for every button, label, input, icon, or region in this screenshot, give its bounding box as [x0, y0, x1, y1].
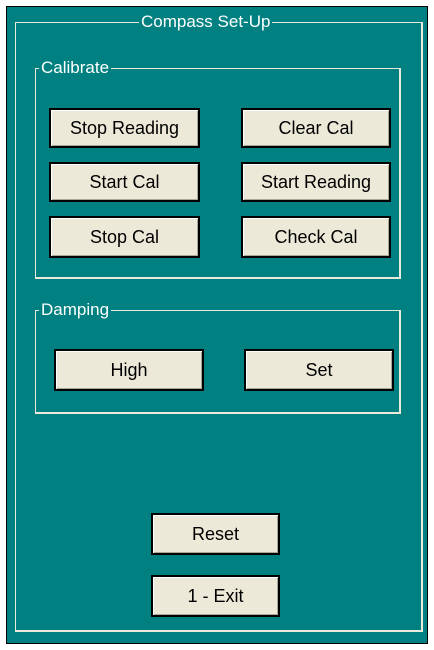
- damping-group: Damping High Set: [35, 300, 401, 414]
- damping-label: Damping: [39, 300, 112, 320]
- calibrate-label: Calibrate: [39, 58, 112, 78]
- compass-setup-title: Compass Set-Up: [139, 12, 273, 32]
- compass-setup-panel: Compass Set-Up Calibrate Stop Reading Cl…: [6, 6, 428, 644]
- start-cal-button[interactable]: Start Cal: [49, 162, 200, 202]
- reset-button[interactable]: Reset: [151, 513, 280, 555]
- check-cal-button[interactable]: Check Cal: [241, 216, 391, 258]
- damping-level-button[interactable]: High: [54, 349, 204, 391]
- start-reading-button[interactable]: Start Reading: [241, 162, 391, 202]
- compass-setup-group: Compass Set-Up Calibrate Stop Reading Cl…: [15, 12, 423, 632]
- exit-button[interactable]: 1 - Exit: [151, 575, 280, 617]
- calibrate-group: Calibrate Stop Reading Clear Cal Start C…: [35, 58, 401, 279]
- stop-cal-button[interactable]: Stop Cal: [49, 216, 200, 258]
- stop-reading-button[interactable]: Stop Reading: [49, 108, 200, 148]
- damping-set-button[interactable]: Set: [244, 349, 394, 391]
- clear-cal-button[interactable]: Clear Cal: [241, 108, 391, 148]
